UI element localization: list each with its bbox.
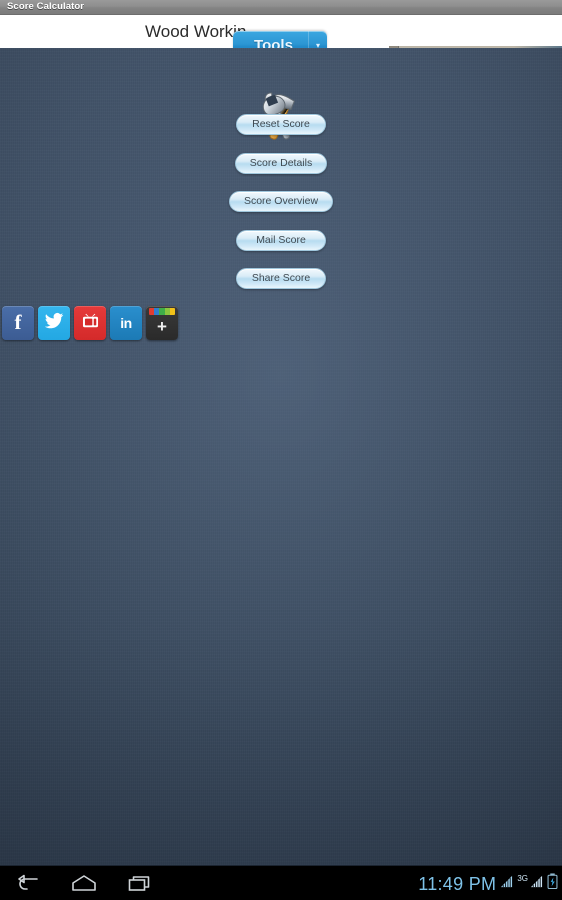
share-score-button[interactable]: Share Score <box>236 268 326 289</box>
home-icon[interactable] <box>56 866 112 900</box>
nav-button-group <box>0 866 168 900</box>
clock: 11:49 PM <box>418 873 497 894</box>
youtube-tv-icon <box>81 311 100 335</box>
more-share-button[interactable]: + <box>146 306 178 340</box>
browser-tab-strip: Wood Workin Tools ▾ <box>0 15 562 48</box>
score-details-button[interactable]: Score Details <box>234 152 328 174</box>
addthis-plus-icon: + <box>157 317 167 336</box>
score-overview-button[interactable]: Score Overview <box>228 191 334 212</box>
chevron-down-icon[interactable]: ▾ <box>308 31 327 48</box>
recent-apps-icon[interactable] <box>112 866 168 900</box>
linkedin-icon: in <box>120 315 132 331</box>
twitter-icon <box>44 311 64 336</box>
app-content-area: Reset Score Score Details Score Overview… <box>0 48 562 865</box>
facebook-share-button[interactable]: f <box>2 306 34 340</box>
mail-score-button[interactable]: Mail Score <box>236 229 326 251</box>
tab-tools-label: Tools <box>254 36 293 49</box>
page-title: Wood Workin <box>145 22 247 41</box>
network-type-label: 3G <box>517 873 528 883</box>
facebook-icon: f <box>14 309 22 334</box>
youtube-share-button[interactable] <box>74 306 106 340</box>
signal-bars-icon-secondary <box>530 875 543 893</box>
window-title: Score Calculator <box>7 1 85 13</box>
screen-root: Score Calculator Wood Workin Tools ▾ Res… <box>0 0 562 900</box>
android-navigation-bar: 11:49 PM 3G <box>0 865 562 900</box>
linkedin-share-button[interactable]: in <box>110 306 142 340</box>
twitter-share-button[interactable] <box>38 306 70 340</box>
social-share-bar: f in + <box>2 306 178 340</box>
reset-score-button[interactable]: Reset Score <box>236 114 326 135</box>
battery-charging-icon <box>547 873 558 894</box>
signal-bars-icon <box>500 875 513 893</box>
tab-tools[interactable]: Tools ▾ <box>233 31 327 48</box>
addthis-color-stripe-icon <box>149 308 175 315</box>
score-actions-list: Reset Score Score Details Score Overview… <box>0 114 562 307</box>
back-arrow-icon[interactable] <box>0 866 56 900</box>
window-title-bar: Score Calculator <box>0 0 562 15</box>
status-icons-area: 11:49 PM 3G <box>418 866 558 900</box>
